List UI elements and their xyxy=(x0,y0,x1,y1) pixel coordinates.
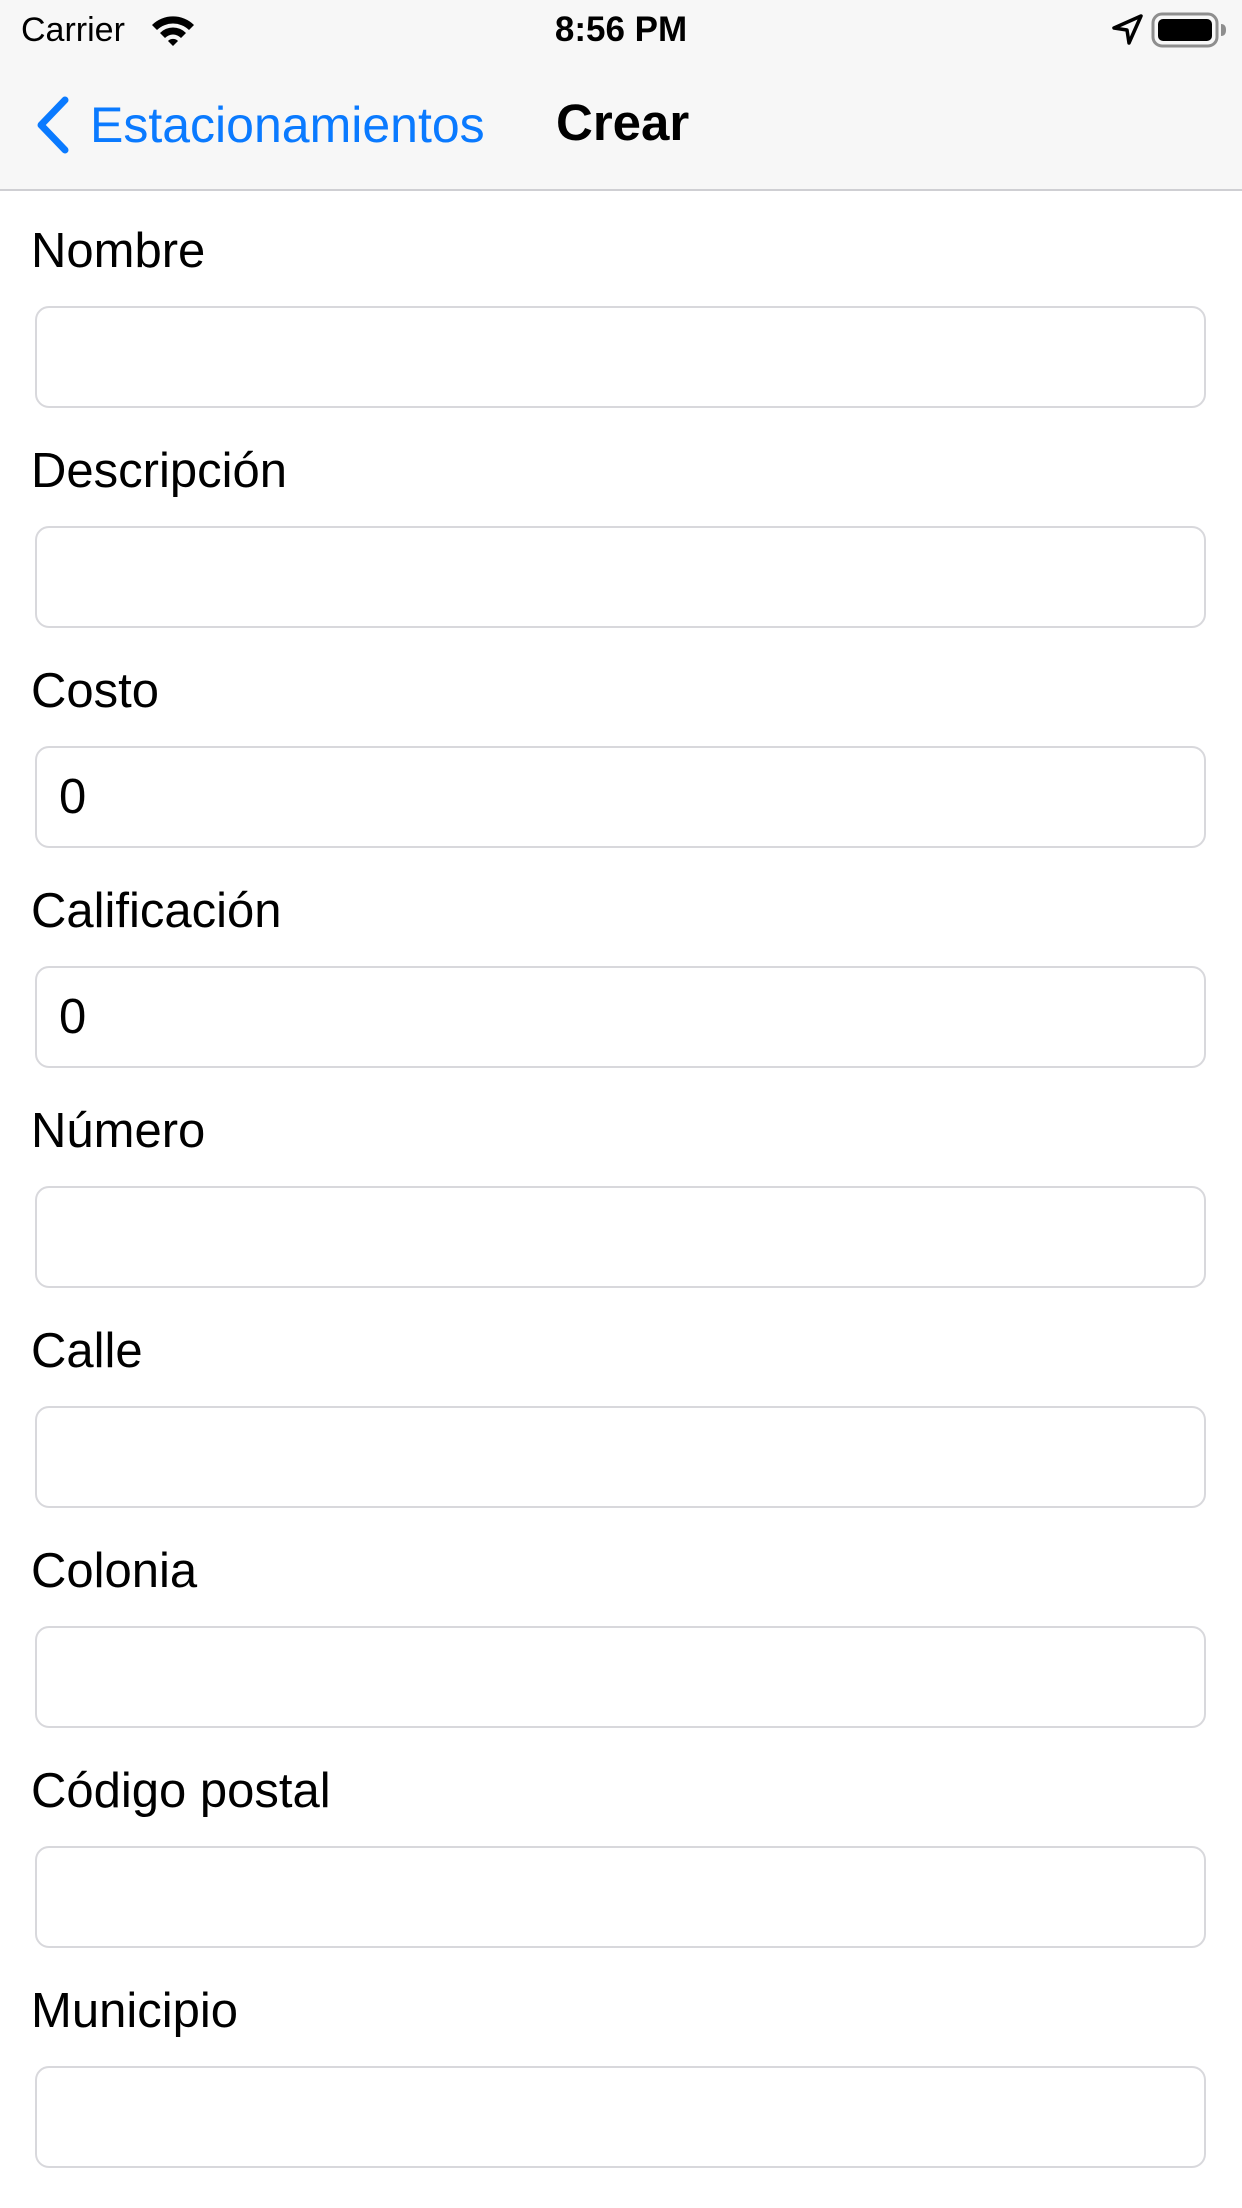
battery-icon xyxy=(1151,12,1226,48)
navigation-bar: Estacionamientos Crear xyxy=(0,62,1242,189)
nombre-input[interactable] xyxy=(35,306,1206,408)
top-bar: Carrier 8:56 PM Estacionamientos Crear xyxy=(0,0,1242,191)
costo-input[interactable] xyxy=(35,746,1206,848)
field-colonia: Colonia xyxy=(0,1511,1242,1731)
field-label: Número xyxy=(31,1104,206,1158)
chevron-left-icon xyxy=(37,96,69,154)
field-label: Descripción xyxy=(31,444,287,498)
field-label: Municipio xyxy=(31,1984,238,2038)
descripcion-input[interactable] xyxy=(35,526,1206,628)
field-numero: Número xyxy=(0,1071,1242,1291)
clock: 8:56 PM xyxy=(554,10,688,49)
calificacion-input[interactable] xyxy=(35,966,1206,1068)
page-title: Crear xyxy=(556,94,690,151)
field-calificacion: Calificación xyxy=(0,851,1242,1071)
field-codigo-postal: Código postal xyxy=(0,1731,1242,1951)
field-label: Nombre xyxy=(31,224,206,278)
field-label: Código postal xyxy=(31,1764,331,1818)
calle-input[interactable] xyxy=(35,1406,1206,1508)
field-costo: Costo xyxy=(0,631,1242,851)
back-button[interactable]: Estacionamientos xyxy=(32,92,485,158)
field-label: Colonia xyxy=(31,1544,198,1598)
field-descripcion: Descripción xyxy=(0,411,1242,631)
field-nombre: Nombre xyxy=(0,191,1242,411)
status-bar: Carrier 8:56 PM xyxy=(0,0,1242,62)
colonia-input[interactable] xyxy=(35,1626,1206,1728)
field-municipio: Municipio xyxy=(0,1951,1242,2171)
numero-input[interactable] xyxy=(35,1186,1206,1288)
field-label: Calle xyxy=(31,1324,143,1378)
municipio-input[interactable] xyxy=(35,2066,1206,2168)
field-calle: Calle xyxy=(0,1291,1242,1511)
create-form: Nombre Descripción Costo Calificación Nú… xyxy=(0,191,1242,2171)
codigo-postal-input[interactable] xyxy=(35,1846,1206,1948)
location-arrow-icon xyxy=(1112,14,1143,45)
field-label: Costo xyxy=(31,664,160,718)
back-button-label: Estacionamientos xyxy=(90,97,485,153)
field-label: Calificación xyxy=(31,884,282,938)
